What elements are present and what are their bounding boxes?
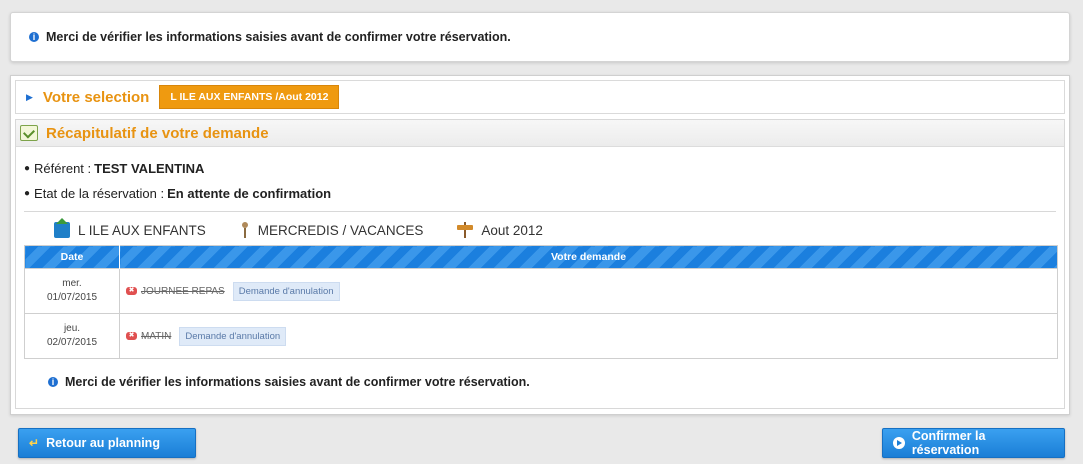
- cancel-request-tag: Demande d'annulation: [179, 326, 287, 346]
- referent-line: ● Référent : TEST VALENTINA: [24, 161, 1056, 176]
- bottom-info-notice: i Merci de vérifier les informations sai…: [24, 375, 1056, 389]
- status-label: Etat de la réservation :: [34, 186, 165, 201]
- checklist-icon: [20, 125, 38, 141]
- referent-label: Référent :: [34, 161, 92, 176]
- confirm-reservation-button[interactable]: Confirmer la réservation: [882, 428, 1065, 458]
- request-item: JOURNEE REPAS: [141, 285, 225, 297]
- status-line: ● Etat de la réservation : En attente de…: [24, 186, 1056, 201]
- recap-section: Récapitulatif de votre demande ● Référen…: [15, 119, 1065, 409]
- selection-badge: L ILE AUX ENFANTS /Aout 2012: [159, 85, 340, 109]
- selection-bar[interactable]: ▶ Votre selection L ILE AUX ENFANTS /Aou…: [15, 80, 1065, 114]
- request-item: MATIN: [141, 330, 172, 342]
- top-info-notice: i Merci de vérifier les informations sai…: [10, 12, 1070, 62]
- expand-triangle-icon[interactable]: ▶: [26, 92, 33, 103]
- table-row: mer. 01/07/2015 ✖ JOURNEE REPAS Demande …: [24, 268, 1058, 314]
- table-row: jeu. 02/07/2015 ✖ MATIN Demande d'annula…: [24, 313, 1058, 359]
- date-label: 01/07/2015: [46, 292, 98, 303]
- column-header-date: Date: [24, 245, 120, 269]
- activity-structure: L ILE AUX ENFANTS: [78, 222, 206, 238]
- info-icon: i: [29, 32, 39, 42]
- remove-icon[interactable]: ✖: [126, 332, 137, 340]
- selection-label: Votre selection: [42, 88, 150, 106]
- confirm-button-label: Confirmer la réservation: [911, 429, 986, 457]
- recap-header: Récapitulatif de votre demande: [16, 120, 1064, 147]
- request-cell: ✖ JOURNEE REPAS Demande d'annulation: [119, 268, 1058, 314]
- referent-value: TEST VALENTINA: [94, 161, 205, 176]
- play-circle-icon: [893, 437, 905, 449]
- info-icon: i: [48, 377, 58, 387]
- activity-type: MERCREDIS / VACANCES: [257, 222, 424, 238]
- recap-title: Récapitulatif de votre demande: [46, 124, 269, 142]
- day-label: mer.: [62, 278, 82, 289]
- activity-period: Aout 2012: [481, 222, 543, 238]
- cancel-request-tag: Demande d'annulation: [232, 281, 340, 301]
- demand-table: Date Votre demande mer. 01/07/2015 ✖ JOU…: [24, 245, 1058, 359]
- back-arrow-icon: ↵: [29, 436, 40, 450]
- notice-text: Merci de vérifier les informations saisi…: [65, 375, 530, 389]
- back-button-label: Retour au planning: [46, 436, 160, 450]
- signpost-icon: [457, 222, 474, 238]
- notice-text: Merci de vérifier les informations saisi…: [46, 30, 511, 44]
- activity-row: L ILE AUX ENFANTS MERCREDIS / VACANCES A…: [24, 218, 1056, 242]
- date-cell: mer. 01/07/2015: [24, 268, 120, 314]
- date-label: 02/07/2015: [46, 337, 98, 348]
- person-icon: [240, 222, 250, 238]
- date-cell: jeu. 02/07/2015: [24, 313, 120, 359]
- divider: [24, 211, 1056, 212]
- remove-icon[interactable]: ✖: [126, 287, 137, 295]
- day-label: jeu.: [63, 323, 81, 334]
- main-panel: ▶ Votre selection L ILE AUX ENFANTS /Aou…: [10, 75, 1070, 415]
- back-to-planning-button[interactable]: ↵ Retour au planning: [18, 428, 196, 458]
- bullet-icon: ●: [24, 163, 31, 174]
- bullet-icon: ●: [24, 188, 31, 199]
- request-cell: ✖ MATIN Demande d'annulation: [119, 313, 1058, 359]
- status-value: En attente de confirmation: [167, 186, 332, 201]
- column-header-request: Votre demande: [119, 245, 1058, 269]
- house-icon: [54, 218, 70, 238]
